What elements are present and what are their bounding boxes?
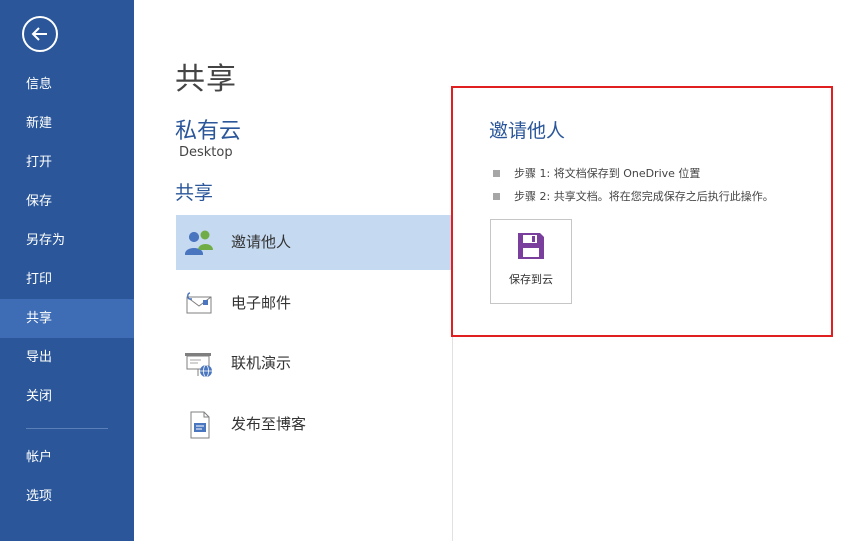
save-to-cloud-button[interactable]: 保存到云 <box>490 219 572 304</box>
invite-people-icon <box>185 230 213 255</box>
backstage-sidebar: 信息 新建 打开 保存 另存为 打印 共享 导出 关闭 帐户 选项 <box>0 0 134 541</box>
nav-close[interactable]: 关闭 <box>0 377 134 416</box>
nav-save[interactable]: 保存 <box>0 182 134 221</box>
share-section-heading: 共享 <box>175 182 214 204</box>
backstage-view: 信息 新建 打开 保存 另存为 打印 共享 导出 关闭 帐户 选项 共享 私有云… <box>0 0 858 541</box>
option-label: 邀请他人 <box>231 233 292 251</box>
nav-options[interactable]: 选项 <box>0 477 134 516</box>
save-to-cloud-label: 保存到云 <box>509 273 553 286</box>
blog-post-icon <box>190 411 210 439</box>
location-name: 私有云 <box>175 119 242 144</box>
option-invite-people[interactable]: 邀请他人 <box>176 215 451 270</box>
invite-people-panel: 邀请他人 步骤 1: 将文档保存到 OneDrive 位置 步骤 2: 共享文档… <box>451 86 833 337</box>
bullet-icon <box>493 193 500 200</box>
panel-title: 邀请他人 <box>489 120 566 142</box>
location-path: Desktop <box>179 145 233 160</box>
back-arrow-icon <box>31 27 47 41</box>
nav-export[interactable]: 导出 <box>0 338 134 377</box>
option-label: 电子邮件 <box>231 294 292 312</box>
bullet-icon <box>493 170 500 177</box>
present-online-icon <box>185 353 212 378</box>
option-email[interactable]: 电子邮件 <box>176 276 451 331</box>
back-button[interactable] <box>22 16 58 52</box>
nav-save-as[interactable]: 另存为 <box>0 221 134 260</box>
nav-divider <box>26 428 108 429</box>
nav-share[interactable]: 共享 <box>0 299 134 338</box>
step-text: 步骤 1: 将文档保存到 OneDrive 位置 <box>514 167 701 180</box>
option-label: 发布至博客 <box>231 415 307 433</box>
step-text: 步骤 2: 共享文档。将在您完成保存之后执行此操作。 <box>514 190 774 203</box>
nav-new[interactable]: 新建 <box>0 104 134 143</box>
option-publish-blog[interactable]: 发布至博客 <box>176 397 451 452</box>
nav-open[interactable]: 打开 <box>0 143 134 182</box>
page-title: 共享 <box>175 62 237 97</box>
nav-print[interactable]: 打印 <box>0 260 134 299</box>
option-label: 联机演示 <box>231 354 292 372</box>
save-floppy-icon <box>518 233 544 259</box>
nav-info[interactable]: 信息 <box>0 65 134 104</box>
nav-account[interactable]: 帐户 <box>0 438 134 477</box>
email-icon <box>186 292 212 314</box>
option-present-online[interactable]: 联机演示 <box>176 336 451 391</box>
